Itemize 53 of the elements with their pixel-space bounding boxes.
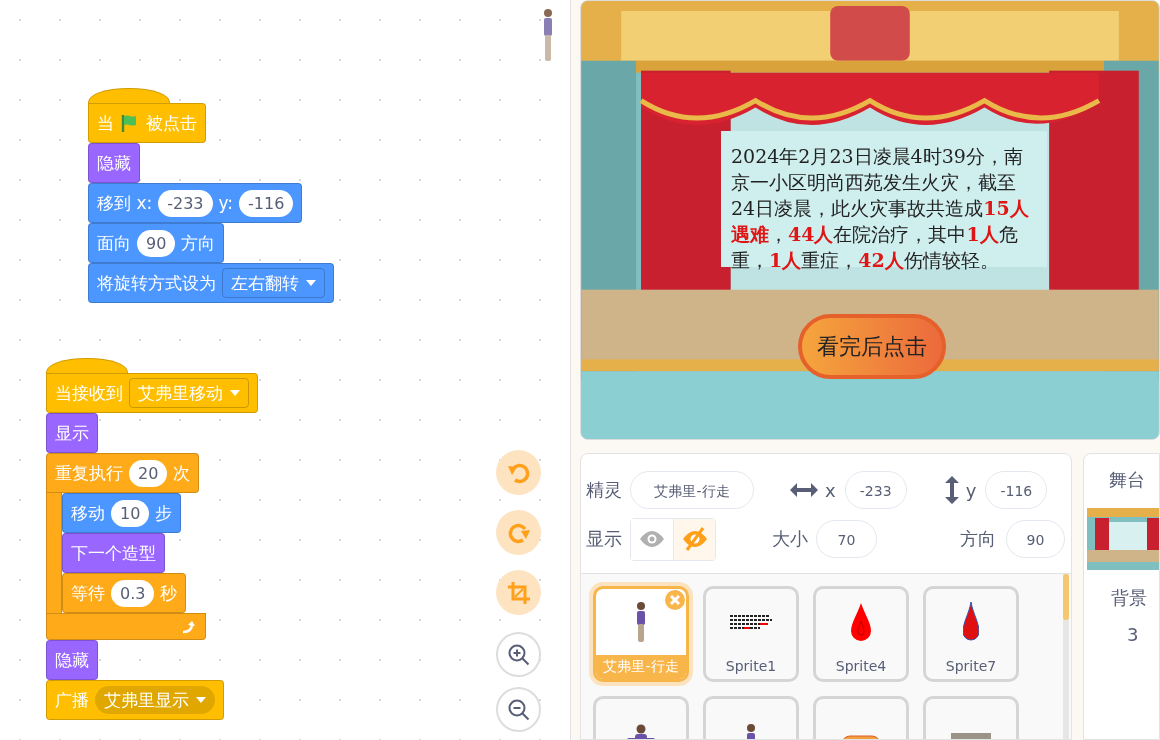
direction-label: 方向	[959, 527, 996, 551]
hide-button[interactable]	[673, 518, 715, 560]
person-figure-icon	[541, 8, 555, 64]
number-input[interactable]: 0.3	[111, 579, 155, 607]
repeat-block[interactable]: 重复执行 20 次	[46, 453, 200, 493]
zoom-in-icon	[506, 642, 531, 667]
code-block[interactable]: 显示	[46, 413, 98, 453]
code-block[interactable]: 隐藏	[46, 640, 98, 680]
news-paragraph: 2024年2月23日凌晨4时39分，南京一小区明尚西苑发生火灾，截至24日凌晨，此火灾事故共造成15人遇难，44人在院治疗，其中 1人危重，1人重症，42人伤情较轻。	[731, 144, 1030, 273]
code-block[interactable]: 移动 10 步	[62, 493, 182, 533]
code-block[interactable]: 面向 90 方向	[88, 223, 225, 263]
caret-icon	[306, 280, 316, 286]
scrollbar[interactable]	[1063, 574, 1069, 739]
zoom-out-icon	[506, 697, 531, 722]
backdrop-count: 3	[1127, 624, 1139, 645]
caret-icon	[230, 390, 240, 396]
number-input[interactable]: -116	[239, 189, 294, 217]
code-block[interactable]: 下一个造型	[62, 533, 165, 573]
stage-thumbnail[interactable]	[1087, 508, 1159, 570]
show-label: 显示	[586, 527, 622, 551]
caret-icon	[196, 697, 206, 703]
undo-button[interactable]	[496, 450, 541, 495]
number-input[interactable]: 10	[111, 499, 150, 527]
code-block[interactable]: 移到 x: -233 y: -116	[88, 183, 303, 223]
sprite-tile[interactable]: Sprite4	[813, 586, 909, 682]
continue-button[interactable]: 看完后点击	[798, 314, 946, 379]
close-icon[interactable]	[665, 590, 685, 610]
sprite-label: 精灵	[586, 478, 622, 502]
zoom-out-button[interactable]	[496, 687, 541, 732]
crop-button[interactable]	[496, 570, 541, 615]
flame-icon	[963, 602, 979, 642]
zoom-in-button[interactable]	[496, 632, 541, 677]
drop-icon	[851, 603, 871, 641]
stage-title: 舞台	[1109, 468, 1145, 492]
eye-slash-icon	[681, 526, 708, 552]
y-label: y	[965, 479, 977, 501]
size-label: 大小	[772, 527, 808, 551]
sprite-tile[interactable]: Sprite1	[703, 586, 799, 682]
horizontal-arrow-icon	[790, 483, 818, 497]
sprite-tile[interactable]: Sprite7	[923, 586, 1019, 682]
crop-icon	[506, 580, 531, 605]
code-block[interactable]: 隐藏	[88, 143, 140, 183]
number-input[interactable]: 90	[137, 229, 176, 257]
code-block[interactable]: 等待 0.3 秒	[62, 573, 187, 613]
x-label: x	[825, 479, 836, 501]
backdrop-label: 背景	[1111, 586, 1147, 610]
text-image-drawing	[730, 614, 772, 630]
vertical-arrow-icon	[944, 476, 959, 504]
loop-arrow-icon	[181, 619, 195, 634]
redo-button[interactable]	[496, 510, 541, 555]
number-input[interactable]: 20	[129, 459, 168, 487]
eye-icon	[639, 530, 665, 548]
number-input[interactable]: -233	[158, 189, 213, 217]
